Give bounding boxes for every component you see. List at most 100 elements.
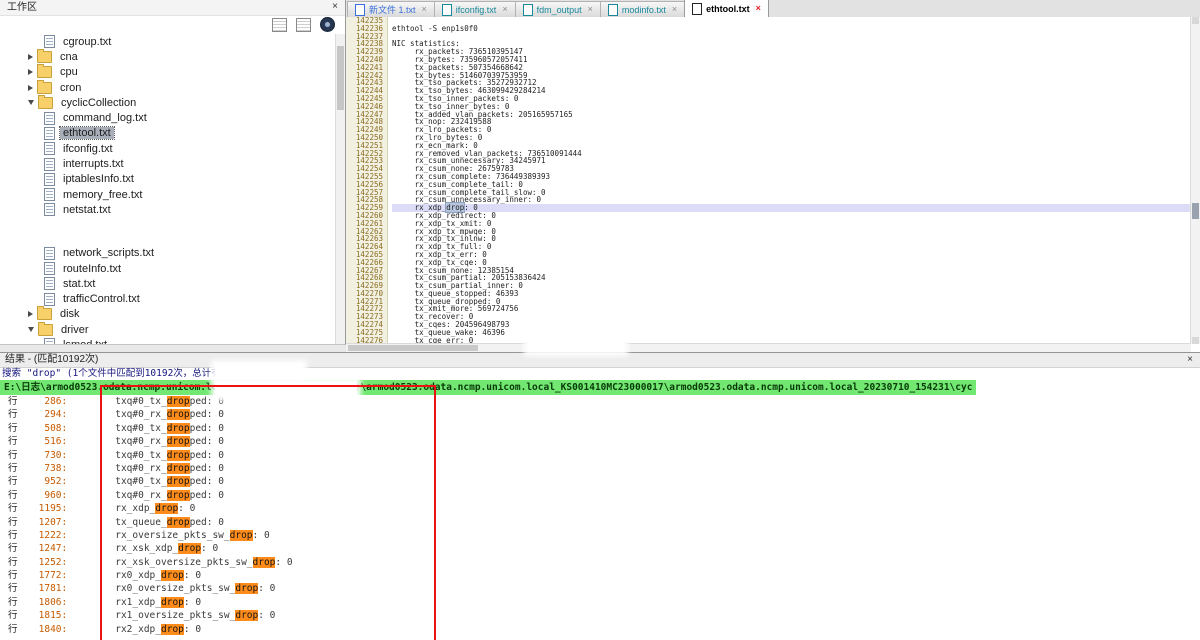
tree-folder-disk[interactable]: disk — [0, 307, 336, 322]
tree-item-label: trafficControl.txt — [60, 293, 143, 305]
chevron-down-icon[interactable] — [28, 100, 34, 105]
search-results-panel: 结果 - (匹配10192次) × 搜索 "drop" (1个文件中匹配到101… — [0, 352, 1200, 640]
chevron-right-icon[interactable] — [28, 69, 33, 75]
tab-新文件 1.txt[interactable]: 新文件 1.txt × — [347, 1, 435, 17]
tab-close-icon[interactable]: × — [422, 5, 427, 14]
tree-file-command_log.txt[interactable]: command_log.txt — [0, 110, 336, 125]
tab-close-icon[interactable]: × — [502, 5, 507, 14]
tree-folder-cna[interactable]: cna — [0, 49, 336, 64]
workspace-close-icon[interactable]: × — [329, 0, 341, 14]
tree-scrollbar[interactable] — [335, 34, 345, 344]
tree-file-lsmod.txt[interactable]: lsmod.txt — [0, 337, 336, 344]
notepad-window: 工作区 × cgroup.txtcnacpucroncyclicCollecti… — [0, 0, 1200, 640]
result-row[interactable]: 行 1195:rx_xdp_drop: 0 — [0, 502, 1200, 515]
result-line-text: tx_queue_dropped: 0 — [67, 517, 224, 528]
tab-bar: 新文件 1.txt×ifconfig.txt×fdm_output×modinf… — [346, 0, 1200, 18]
folder-icon — [37, 51, 52, 63]
tree-file-ethtool.txt[interactable]: ethtool.txt — [0, 126, 336, 141]
scrollbar-thumb[interactable] — [1192, 203, 1199, 219]
tree-item-label: cgroup.txt — [60, 36, 114, 48]
tab-close-icon[interactable]: × — [672, 5, 677, 14]
locate-current-file-icon[interactable] — [320, 17, 335, 32]
result-row[interactable]: 行 294:txq#0_rx_dropped: 0 — [0, 408, 1200, 421]
result-row[interactable]: 行 1815:rx1_oversize_pkts_sw_drop: 0 — [0, 609, 1200, 622]
file-icon — [44, 338, 55, 344]
tab-modinfo.txt[interactable]: modinfo.txt× — [600, 1, 685, 17]
tree-folder-cron[interactable]: cron — [0, 80, 336, 95]
result-row[interactable]: 行 516:txq#0_rx_dropped: 0 — [0, 435, 1200, 448]
unfold-all-icon[interactable] — [296, 18, 311, 32]
tree-file-network_scripts.txt[interactable]: network_scripts.txt — [0, 246, 336, 261]
tree-folder-driver[interactable]: driver — [0, 322, 336, 337]
tree-file-ifconfig.txt[interactable]: ifconfig.txt — [0, 141, 336, 156]
chevron-right-icon[interactable] — [28, 311, 33, 317]
tab-close-icon[interactable]: × — [588, 5, 593, 14]
match-highlight: drop — [253, 557, 276, 568]
tree-file-cgroup.txt[interactable]: cgroup.txt — [0, 34, 336, 49]
result-row[interactable]: 行 1207:tx_queue_dropped: 0 — [0, 516, 1200, 529]
result-row[interactable]: 行 508:txq#0_tx_dropped: 0 — [0, 422, 1200, 435]
tree-file-memory_free.txt[interactable]: memory_free.txt — [0, 187, 336, 202]
tree-folder-cpu[interactable]: cpu — [0, 65, 336, 80]
match-highlight: drop — [178, 543, 201, 554]
match-highlight: drop — [155, 503, 178, 514]
line-label: 行 — [8, 450, 23, 461]
code-line: tx_cqes: 204596498793 — [392, 321, 1191, 329]
tree-file-iptablesInfo.txt[interactable]: iptablesInfo.txt — [0, 172, 336, 187]
tree-item-label: iptablesInfo.txt — [60, 173, 137, 185]
file-icon — [44, 188, 55, 201]
result-line-text: txq#0_tx_dropped: 0 — [67, 423, 224, 434]
scroll-down-arrow-icon[interactable] — [1192, 337, 1199, 344]
editor-body[interactable]: 1422351422361422371422381422391422401422… — [346, 17, 1191, 344]
results-close-icon[interactable]: × — [1184, 353, 1196, 367]
scroll-up-arrow-icon[interactable] — [1192, 17, 1199, 24]
tree-file-interrupts.txt[interactable]: interrupts.txt — [0, 156, 336, 171]
editor-hscrollbar[interactable] — [346, 343, 1191, 352]
result-line-text: txq#0_rx_dropped: 0 — [67, 490, 224, 501]
results-body: 搜索 "drop" (1个文件中匹配到10192次，总计有 次) E:\日志\a… — [0, 367, 1200, 640]
result-row[interactable]: 行 1252:rx_xsk_oversize_pkts_sw_drop: 0 — [0, 556, 1200, 569]
result-row[interactable]: 行 1806:rx1_xdp_drop: 0 — [0, 596, 1200, 609]
result-file-path[interactable]: E:\日志\armod0523.odata.ncmp.unicom.loca a… — [0, 380, 976, 395]
result-row[interactable]: 行 1772:rx0_xdp_drop: 0 — [0, 569, 1200, 582]
result-row[interactable]: 行 1840:rx2_xdp_drop: 0 — [0, 623, 1200, 636]
tree-file-netstat.txt[interactable]: netstat.txt — [0, 202, 336, 217]
tab-fdm_output[interactable]: fdm_output× — [515, 1, 601, 17]
result-row[interactable]: 行 1781:rx0_oversize_pkts_sw_drop: 0 — [0, 582, 1200, 595]
result-line-text: txq#0_tx_dropped: 0 — [67, 396, 224, 407]
result-row[interactable]: 行 738:txq#0_rx_dropped: 0 — [0, 462, 1200, 475]
result-line-number: 1815: — [23, 609, 67, 622]
match-highlight: drop — [167, 396, 190, 407]
tab-label: 新文件 1.txt — [369, 3, 416, 16]
code-line: ethtool -S enp1s0f0 — [392, 25, 1191, 33]
tab-close-icon[interactable]: × — [756, 4, 761, 13]
chevron-down-icon[interactable] — [28, 327, 34, 332]
result-row[interactable]: 行 1247:rx_xsk_xdp_drop: 0 — [0, 542, 1200, 555]
tree-folder-cyclicCollection[interactable]: cyclicCollection — [0, 95, 336, 110]
tree-file-stat.txt[interactable]: stat.txt — [0, 276, 336, 291]
editor-vscrollbar[interactable] — [1190, 17, 1200, 344]
tree-file-trafficControl.txt[interactable]: trafficControl.txt — [0, 291, 336, 306]
result-row[interactable]: 行 730:txq#0_tx_dropped: 0 — [0, 449, 1200, 462]
fold-all-icon[interactable] — [272, 18, 287, 32]
result-line-number: 1252: — [23, 556, 67, 569]
result-file-line[interactable]: E:\日志\armod0523.odata.ncmp.unicom.loca a… — [0, 380, 1200, 395]
tab-ifconfig.txt[interactable]: ifconfig.txt× — [434, 1, 516, 17]
tab-ethtool.txt[interactable]: ethtool.txt× — [684, 0, 769, 17]
code-view[interactable]: ethtool -S enp1s0f0 NIC statistics: rx_p… — [392, 17, 1191, 344]
result-row[interactable]: 行 286:txq#0_tx_dropped: 0 — [0, 395, 1200, 408]
result-row[interactable]: 行 952:txq#0_tx_dropped: 0 — [0, 475, 1200, 488]
result-row[interactable]: 行 960:txq#0_rx_dropped: 0 — [0, 489, 1200, 502]
chevron-right-icon[interactable] — [28, 54, 33, 60]
folder-icon — [37, 308, 52, 320]
result-row[interactable]: 行 1222:rx_oversize_pkts_sw_drop: 0 — [0, 529, 1200, 542]
search-summary[interactable]: 搜索 "drop" (1个文件中匹配到10192次，总计有 次) — [0, 367, 1200, 380]
folder-icon — [38, 324, 53, 336]
result-line-text: rx1_xdp_drop: 0 — [67, 597, 201, 608]
chevron-right-icon[interactable] — [28, 85, 33, 91]
tree-file-routeInfo.txt[interactable]: routeInfo.txt — [0, 261, 336, 276]
code-line: rx_xdp_tx_err: 0 — [392, 251, 1191, 259]
match-highlight: drop — [235, 610, 258, 621]
hscrollbar-thumb[interactable] — [348, 345, 478, 351]
result-line-text: txq#0_rx_dropped: 0 — [67, 436, 224, 447]
